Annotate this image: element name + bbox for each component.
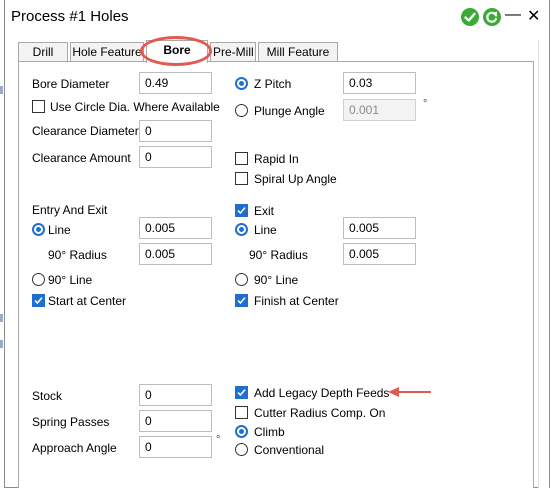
exit-checkbox[interactable] — [235, 204, 248, 217]
entry-90-line-label: 90° Line — [48, 273, 93, 287]
close-icon[interactable]: ✕ — [527, 6, 540, 26]
exit-line-field[interactable] — [343, 217, 416, 239]
spring-passes-label: Spring Passes — [32, 415, 110, 429]
tab-mill-feature[interactable]: Mill Feature — [258, 42, 338, 62]
start-at-center-checkbox[interactable] — [32, 294, 45, 307]
bore-diameter-field[interactable] — [139, 72, 212, 94]
spiral-up-angle-label: Spiral Up Angle — [254, 172, 337, 186]
rapid-in-label: Rapid In — [254, 152, 299, 166]
plunge-angle-unit: ° — [423, 98, 428, 110]
stock-label: Stock — [32, 389, 63, 403]
spiral-up-angle-checkbox[interactable] — [235, 172, 248, 185]
climb-radio[interactable] — [235, 425, 248, 438]
background-edge-mark — [0, 314, 3, 322]
exit-90-line-label: 90° Line — [254, 273, 299, 287]
z-pitch-label: Z Pitch — [254, 77, 292, 91]
climb-label: Climb — [254, 425, 285, 439]
background-edge-mark — [0, 340, 3, 348]
approach-angle-field[interactable] — [139, 436, 212, 458]
conventional-label: Conventional — [254, 443, 325, 457]
tab-hole-feature[interactable]: Hole Feature — [70, 42, 144, 62]
use-circle-dia-label: Use Circle Dia. Where Available — [50, 100, 220, 114]
minimize-icon[interactable]: — — [505, 6, 521, 24]
bore-tab-panel: Bore Diameter Use Circle Dia. Where Avai… — [18, 61, 534, 488]
use-circle-dia-checkbox[interactable] — [32, 100, 45, 113]
plunge-angle-field[interactable] — [343, 99, 416, 121]
window-title: Process #1 Holes — [11, 8, 129, 25]
bore-diameter-label: Bore Diameter — [32, 77, 110, 91]
exit-radius-label: 90° Radius — [249, 248, 308, 262]
exit-radius-field[interactable] — [343, 243, 416, 265]
entry-radius-label: 90° Radius — [48, 248, 107, 262]
tab-drill[interactable]: Drill — [18, 42, 68, 62]
background-edge-mark — [0, 86, 3, 94]
clearance-diameter-label: Clearance Diameter — [32, 124, 139, 138]
finish-at-center-checkbox[interactable] — [235, 294, 248, 307]
spring-passes-field[interactable] — [139, 410, 212, 432]
exit-label: Exit — [254, 204, 275, 218]
plunge-angle-label: Plunge Angle — [254, 104, 325, 118]
stock-field[interactable] — [139, 384, 212, 406]
approach-angle-label: Approach Angle — [32, 441, 117, 455]
approach-angle-unit: ° — [216, 434, 221, 446]
start-at-center-label: Start at Center — [48, 294, 127, 308]
z-pitch-radio[interactable] — [235, 77, 248, 90]
exit-90-line-radio[interactable] — [235, 273, 248, 286]
refresh-circle-icon[interactable] — [483, 8, 501, 26]
entry-line-field[interactable] — [139, 217, 212, 239]
annotation-ellipse-icon — [140, 36, 212, 66]
annotation-arrow-icon — [388, 387, 431, 397]
cutter-radius-comp-label: Cutter Radius Comp. On — [254, 406, 386, 420]
plunge-angle-radio[interactable] — [235, 104, 248, 117]
finish-at-center-label: Finish at Center — [254, 294, 339, 308]
title-bar[interactable]: Process #1 Holes — ✕ — [5, 0, 549, 32]
add-legacy-depth-feeds-checkbox[interactable] — [235, 386, 248, 399]
conventional-radio[interactable] — [235, 443, 248, 456]
exit-line-radio[interactable] — [235, 223, 248, 236]
rapid-in-checkbox[interactable] — [235, 152, 248, 165]
entry-line-radio[interactable] — [32, 223, 45, 236]
exit-line-label: Line — [254, 223, 277, 237]
clearance-diameter-field[interactable] — [139, 120, 212, 142]
add-legacy-depth-feeds-label: Add Legacy Depth Feeds — [254, 386, 390, 400]
cutter-radius-comp-checkbox[interactable] — [235, 406, 248, 419]
clearance-amount-field[interactable] — [139, 146, 212, 168]
clearance-amount-label: Clearance Amount — [32, 151, 131, 165]
entry-90-line-radio[interactable] — [32, 273, 45, 286]
check-circle-icon[interactable] — [461, 8, 479, 26]
entry-radius-field[interactable] — [139, 243, 212, 265]
entry-line-label: Line — [48, 223, 71, 237]
tab-pre-mill[interactable]: Pre-Mill — [210, 42, 256, 62]
process-holes-dialog: Process #1 Holes — ✕ Drill Hole Feature … — [4, 0, 550, 488]
entry-exit-heading: Entry And Exit — [32, 203, 108, 217]
scrollbar[interactable] — [538, 40, 549, 488]
z-pitch-field[interactable] — [343, 72, 416, 94]
